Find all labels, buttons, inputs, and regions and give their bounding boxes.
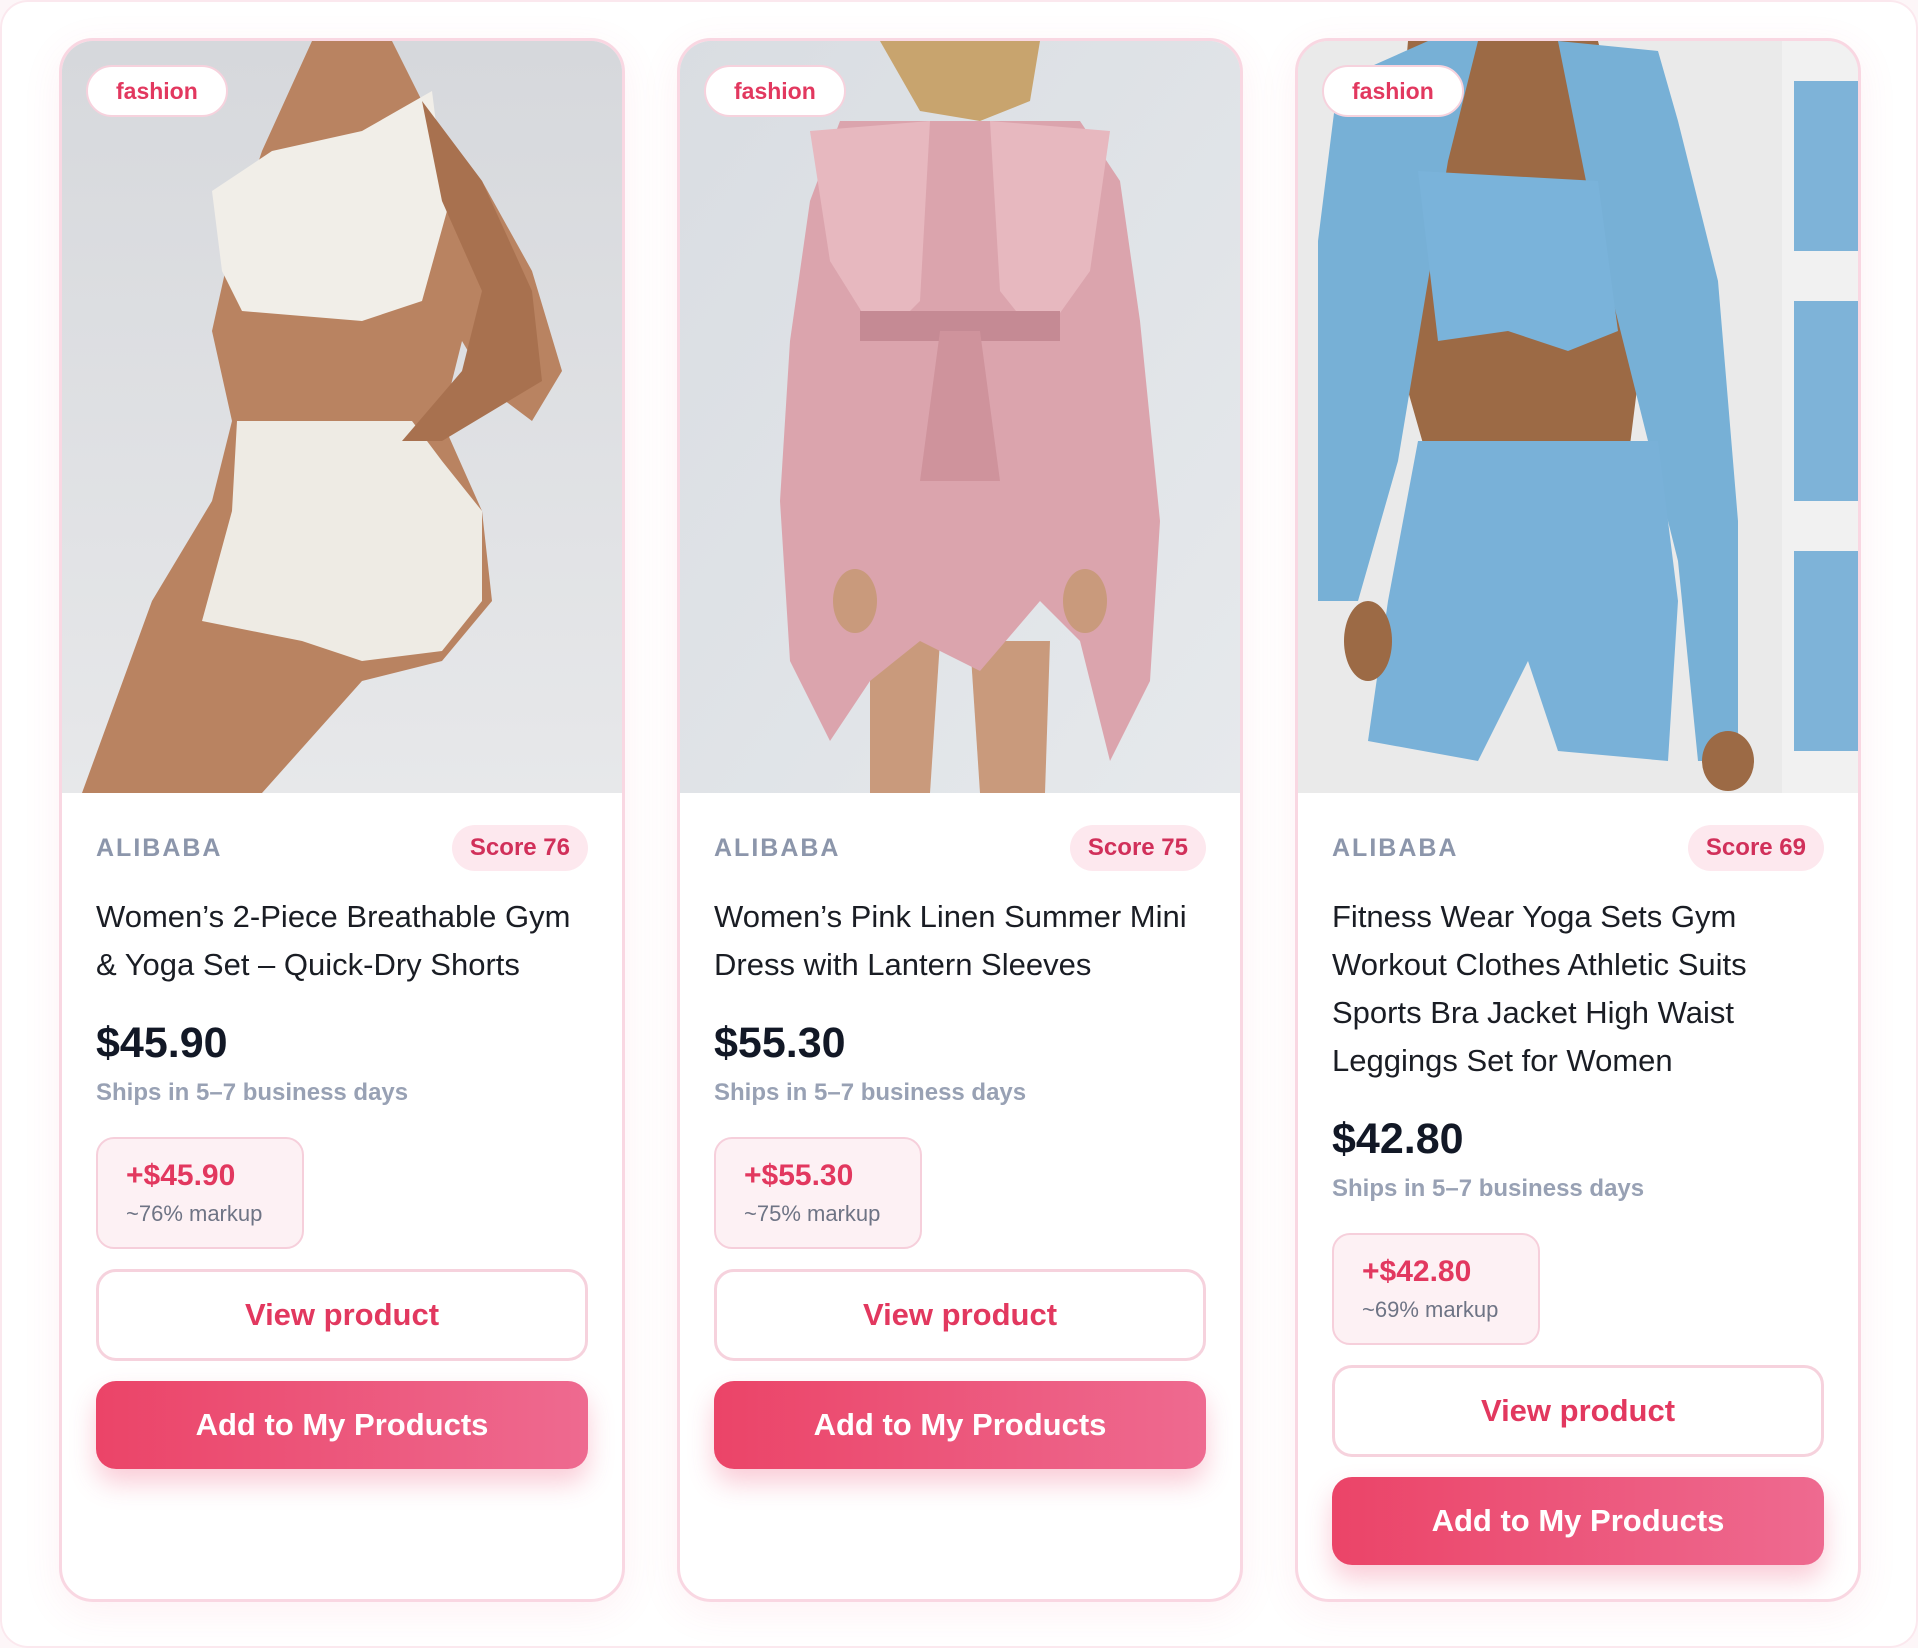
product-card: fashion ALIBABA Score 76 Women’s 2-Piece… [59,38,625,1602]
product-image[interactable]: fashion [680,41,1240,793]
product-title[interactable]: Women’s Pink Linen Summer Mini Dress wit… [714,893,1206,989]
markup-percent: ~69% markup [1362,1297,1499,1322]
markup-percent: ~76% markup [126,1201,263,1226]
supplier-name: ALIBABA [96,833,223,862]
profit-amount: +$55.30 [744,1159,854,1192]
product-title[interactable]: Women’s 2-Piece Breathable Gym & Yoga Se… [96,893,588,989]
product-card: fashion ALIBABA Score 69 Fitness Wear Yo… [1295,38,1861,1602]
product-price: $55.30 [714,1019,846,1067]
profit-box: +$45.90 ~76% markup [96,1137,304,1249]
product-title[interactable]: Fitness Wear Yoga Sets Gym Workout Cloth… [1332,893,1824,1085]
product-price: $42.80 [1332,1115,1464,1163]
markup-percent: ~75% markup [744,1201,881,1226]
product-image[interactable]: fashion [1298,41,1858,793]
shipping-info: Ships in 5–7 business days [96,1079,409,1106]
shipping-info: Ships in 5–7 business days [1332,1175,1645,1202]
product-card: fashion ALIBABA Score 75 Women’s Pink Li… [677,38,1243,1602]
supplier-name: ALIBABA [714,833,841,862]
add-to-my-products-button[interactable]: Add to My Products [714,1381,1206,1469]
product-price: $45.90 [96,1019,228,1067]
add-to-my-products-button[interactable]: Add to My Products [1332,1477,1824,1565]
profit-box: +$55.30 ~75% markup [714,1137,922,1249]
add-to-my-products-button[interactable]: Add to My Products [96,1381,588,1469]
shipping-info: Ships in 5–7 business days [714,1079,1027,1106]
view-product-button[interactable]: View product [1332,1365,1824,1457]
view-product-button[interactable]: View product [96,1269,588,1361]
score-badge: Score 75 [1069,825,1206,871]
category-tag: fashion [704,65,846,117]
score-badge: Score 76 [451,825,588,871]
profit-amount: +$45.90 [126,1159,236,1192]
profit-amount: +$42.80 [1362,1255,1472,1288]
view-product-button[interactable]: View product [714,1269,1206,1361]
score-badge: Score 69 [1687,825,1824,871]
product-grid: fashion ALIBABA Score 76 Women’s 2-Piece… [59,38,1861,1602]
category-tag: fashion [86,65,228,117]
product-image[interactable]: fashion [62,41,622,793]
category-tag: fashion [1322,65,1464,117]
product-results-panel: fashion ALIBABA Score 76 Women’s 2-Piece… [0,0,1918,1648]
profit-box: +$42.80 ~69% markup [1332,1233,1540,1345]
supplier-name: ALIBABA [1332,833,1459,862]
